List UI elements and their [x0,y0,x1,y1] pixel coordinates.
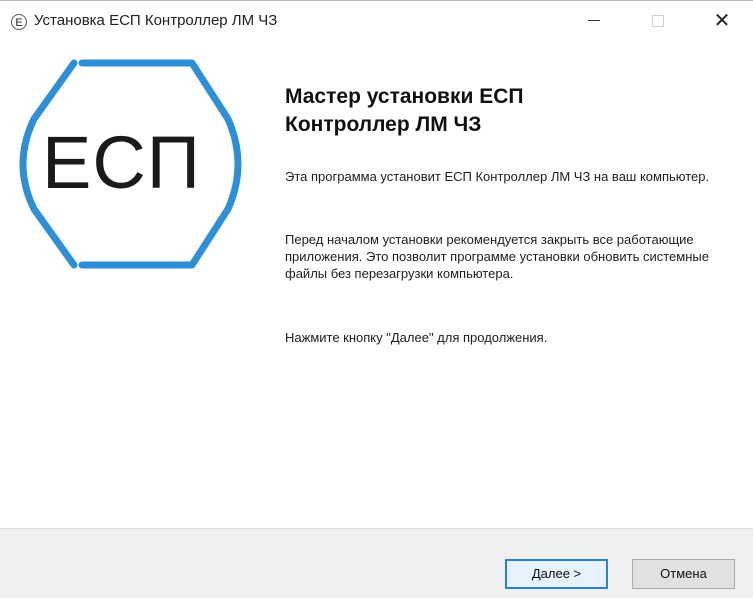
heading-line-2: Контроллер ЛМ ЧЗ [285,113,482,136]
maximize-icon [652,14,664,27]
intro-paragraph: Эта программа установит ЕСП Контроллер Л… [285,169,710,184]
button-bar: Далее > Отмена [0,528,753,598]
recommendation-paragraph: Перед началом установки рекомендуется за… [285,232,709,281]
close-icon: ✕ [713,10,731,32]
heading-line-1: Мастер установки ЕСП [285,85,524,108]
continue-instruction: Нажмите кнопку "Далее" для продолжения. [285,330,548,345]
window-title: Установка ЕСП Контроллер ЛМ ЧЗ [34,12,278,29]
title-bar: Е Установка ЕСП Контроллер ЛМ ЧЗ ✕ [0,1,753,41]
app-icon: Е [11,14,27,30]
next-button[interactable]: Далее > [505,559,608,589]
maximize-button [635,1,681,41]
minimize-button[interactable] [571,1,617,41]
wizard-heading: Мастер установки ЕСП Контроллер ЛМ ЧЗ [285,83,715,139]
cancel-button[interactable]: Отмена [632,559,735,589]
wizard-content: ЕСП Мастер установки ЕСП Контроллер ЛМ Ч… [0,41,753,528]
installer-window: Е Установка ЕСП Контроллер ЛМ ЧЗ ✕ ЕСП М… [0,0,753,598]
minimize-icon [588,20,600,22]
logo-text: ЕСП [42,121,201,204]
close-button[interactable]: ✕ [699,1,745,41]
esp-logo: ЕСП [4,49,260,279]
